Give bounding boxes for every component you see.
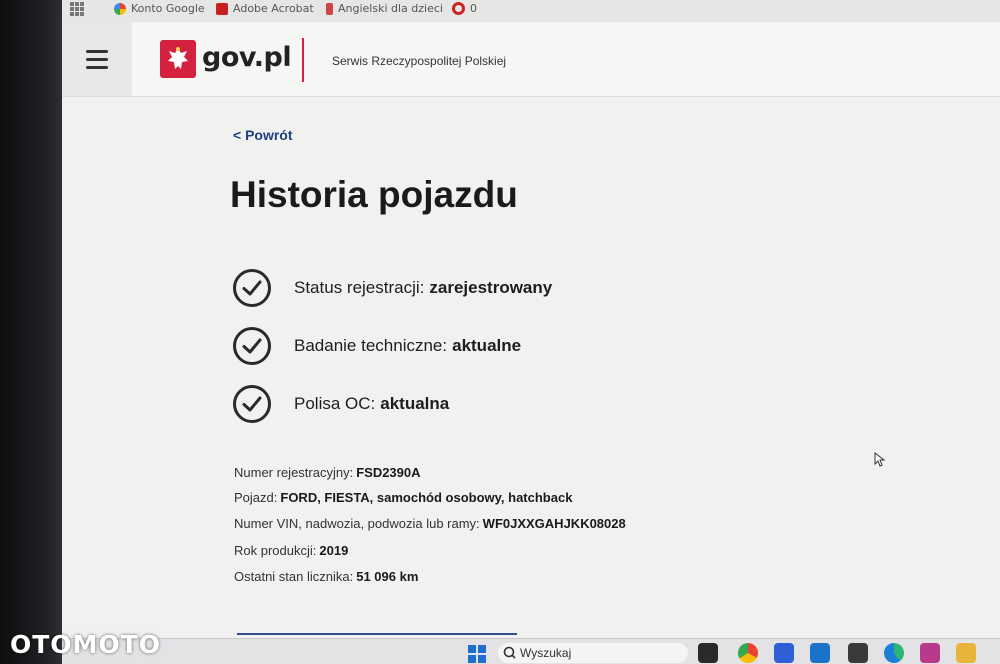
status-insurance: Polisa OC: aktualna — [232, 384, 449, 424]
hamburger-menu-button[interactable] — [62, 22, 132, 96]
task-view-icon[interactable] — [698, 643, 718, 663]
browser-screen: Konto Google Adobe Acrobat Angielski dla… — [62, 0, 1000, 664]
chrome-icon[interactable] — [738, 643, 758, 663]
bookmark-label: 0 — [470, 2, 477, 15]
status-value: aktualne — [452, 336, 522, 355]
bookmark-label: Adobe Acrobat — [233, 2, 314, 15]
bookmark-opera[interactable]: 0 — [452, 2, 477, 15]
bookmark-label: Angielski dla dzieci — [338, 2, 443, 15]
acrobat-icon — [216, 2, 228, 15]
mouse-cursor-icon — [874, 452, 886, 467]
status-technical-inspection: Badanie techniczne: aktualne — [232, 326, 521, 366]
monitor-bezel — [0, 0, 62, 664]
detail-production-year: Rok produkcji: 2019 — [234, 543, 348, 558]
search-icon — [503, 646, 516, 659]
page-title: Historia pojazdu — [230, 174, 518, 215]
apps-grid-icon[interactable] — [70, 2, 84, 16]
detail-label: Pojazd: — [234, 490, 278, 505]
windows-start-icon[interactable] — [468, 645, 486, 663]
status-label: Badanie techniczne: — [294, 336, 448, 355]
back-link[interactable]: < Powrót — [233, 127, 293, 143]
detail-value: FSD2390A — [356, 465, 421, 480]
bookmark-label: Konto Google — [131, 2, 205, 15]
opera-icon — [452, 2, 465, 15]
detail-registration-number: Numer rejestracyjny: FSD2390A — [234, 465, 421, 480]
detail-value: 51 096 km — [356, 569, 419, 584]
site-header: gov.pl Serwis Rzeczypospolitej Polskiej — [62, 22, 1000, 97]
status-value: aktualna — [380, 394, 450, 413]
status-value: zarejestrowany — [429, 278, 553, 297]
taskbar-search[interactable]: Wyszukaj — [498, 643, 688, 663]
windows-taskbar: Wyszukaj — [62, 638, 1000, 664]
check-circle-icon — [233, 385, 271, 423]
detail-label: Numer VIN, nadwozia, podwozia lub ramy: — [234, 516, 480, 531]
bookmarks-bar: Konto Google Adobe Acrobat Angielski dla… — [62, 0, 1000, 23]
bookmark-google[interactable]: Konto Google — [114, 2, 205, 15]
app-icon-2[interactable] — [920, 643, 940, 663]
detail-label: Numer rejestracyjny: — [234, 465, 354, 480]
status-registration: Status rejestracji: zarejestrowany — [232, 268, 552, 308]
bookmark-angielski[interactable]: Angielski dla dzieci — [326, 2, 443, 15]
taskbar-search-label: Wyszukaj — [520, 646, 572, 660]
outlook-icon[interactable] — [810, 643, 830, 663]
eagle-emblem-icon — [160, 40, 196, 78]
detail-value: FORD, FIESTA, samochód osobowy, hatchbac… — [280, 490, 573, 505]
service-name: Serwis Rzeczypospolitej Polskiej — [332, 54, 507, 68]
bookmark-acrobat[interactable]: Adobe Acrobat — [216, 2, 314, 15]
folder-icon[interactable] — [956, 643, 976, 663]
status-label: Status rejestracji: — [294, 278, 425, 297]
logo-divider — [302, 38, 304, 82]
app-icon[interactable] — [774, 643, 794, 663]
edge-icon[interactable] — [884, 643, 904, 663]
detail-vehicle: Pojazd: FORD, FIESTA, samochód osobowy, h… — [234, 490, 572, 505]
otomoto-watermark: OTOMOTO — [10, 630, 161, 659]
detail-odometer: Ostatni stan licznika: 51 096 km — [234, 569, 418, 584]
detail-label: Rok produkcji: — [234, 543, 317, 558]
detail-value: WF0JXXGAHJKK08028 — [482, 516, 626, 531]
bookmark-icon — [326, 2, 333, 15]
check-circle-icon — [233, 327, 271, 365]
store-icon[interactable] — [848, 643, 868, 663]
detail-vin: Numer VIN, nadwozia, podwozia lub ramy: W… — [234, 516, 626, 531]
check-circle-icon — [233, 269, 271, 307]
status-label: Polisa OC: — [294, 394, 376, 413]
gov-logo[interactable]: gov.pl — [202, 42, 292, 73]
detail-value: 2019 — [319, 543, 349, 558]
google-icon — [114, 2, 126, 15]
detail-label: Ostatni stan licznika: — [234, 569, 354, 584]
